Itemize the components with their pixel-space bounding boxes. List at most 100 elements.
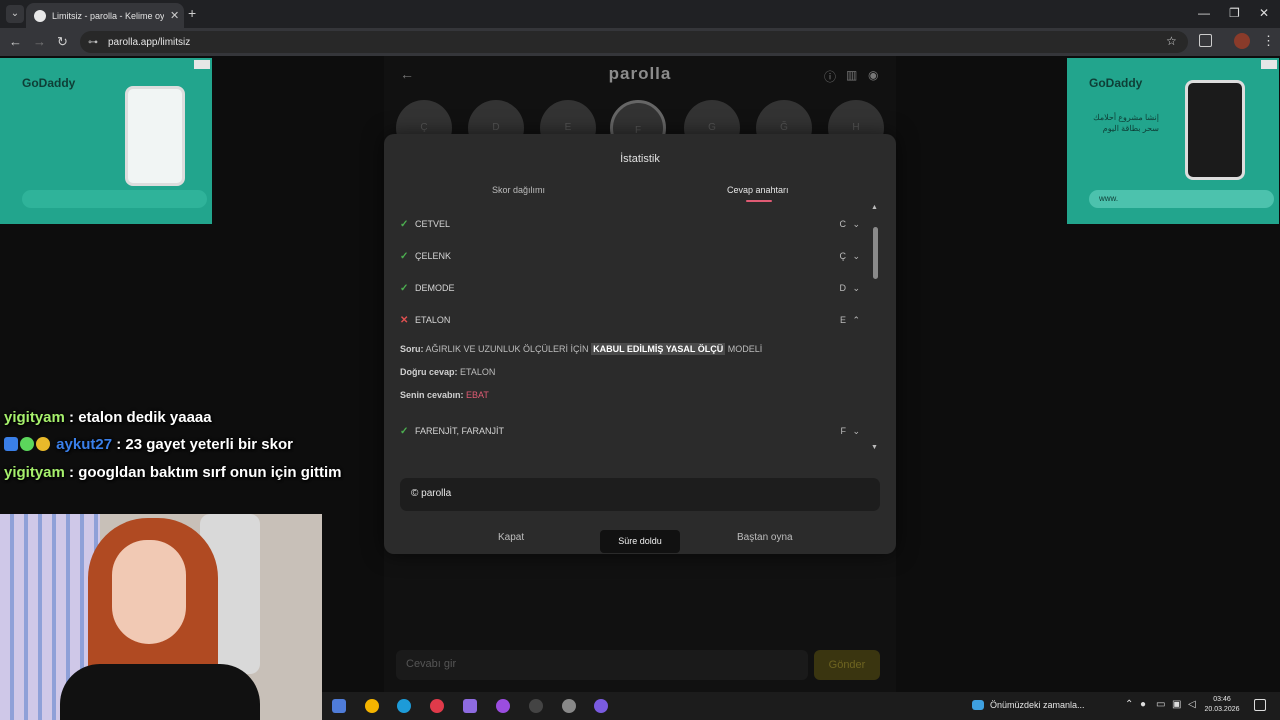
chat-text: : etalon dedik yaaaa	[69, 409, 212, 426]
copyright-box: © parolla	[400, 478, 880, 511]
notification-icon[interactable]	[1254, 699, 1266, 711]
files-icon[interactable]	[332, 699, 346, 713]
ad-input-bar	[22, 190, 207, 208]
extensions-icon[interactable]	[1199, 34, 1212, 47]
answer-word: ETALON	[415, 315, 451, 325]
tab-answer-key[interactable]: Cevap anahtarı	[727, 185, 789, 195]
modal-title: İstatistik	[620, 153, 660, 165]
correct-answer: ETALON	[460, 367, 496, 377]
statistics-modal: İstatistik Skor dağılımı Cevap anahtarı …	[384, 134, 896, 554]
check-icon: ✓	[400, 282, 409, 294]
chat-text: : 23 gayet yeterli bir skor	[116, 436, 293, 453]
stats-icon[interactable]: ▥	[846, 68, 857, 82]
your-answer: EBAT	[466, 390, 489, 400]
chevron-up-icon[interactable]: ⌃	[852, 315, 860, 326]
question-label: Soru:	[400, 344, 424, 354]
menu-icon[interactable]: ⋮	[1262, 33, 1275, 49]
answer-letter: E	[839, 315, 846, 325]
active-tab-indicator	[746, 200, 772, 202]
answer-word: ÇELENK	[415, 251, 452, 261]
bookmark-star-icon[interactable]: ☆	[1166, 34, 1177, 48]
chevron-down-icon[interactable]: ⌄	[852, 219, 860, 230]
scroll-down-icon[interactable]: ▼	[871, 444, 878, 451]
forward-icon[interactable]: →	[33, 34, 46, 49]
time-up-toast: Süre doldu	[600, 530, 680, 553]
browser-tab[interactable]: Limitsiz - parolla - Kelime oyunu ✕	[26, 3, 184, 28]
ad-phone-image	[125, 86, 185, 186]
answer-row-expanded[interactable]: ✕ ETALON E ⌃	[400, 304, 862, 336]
ad-phone-image	[1185, 80, 1245, 180]
replay-button[interactable]: Baştan oyna	[737, 532, 793, 543]
chat-text: : googldan baktım sırf onun için gittim	[69, 464, 342, 481]
volume-icon[interactable]: ◁	[1188, 699, 1196, 710]
game-logo: parolla	[608, 64, 672, 83]
webcam-feed	[0, 514, 322, 720]
minimize-icon[interactable]: —	[1198, 6, 1210, 20]
site-info-icon[interactable]: ⊶	[88, 37, 98, 48]
clock[interactable]: 03:46 20.03.2026	[1202, 695, 1242, 715]
scroll-up-icon[interactable]: ▲	[871, 204, 878, 211]
back-icon[interactable]: ←	[9, 34, 22, 49]
check-icon: ✓	[400, 425, 409, 437]
network-icon[interactable]: ▣	[1172, 699, 1181, 710]
copilot-icon[interactable]	[463, 699, 477, 713]
chrome-icon[interactable]	[365, 699, 379, 713]
answer-word: CETVEL	[415, 219, 451, 229]
restore-icon[interactable]: ❐	[1229, 6, 1240, 20]
correct-label: Doğru cevap:	[400, 367, 458, 377]
clock-date: 20.03.2026	[1204, 706, 1240, 713]
profile-avatar[interactable]	[1234, 33, 1250, 49]
tab-score-distribution[interactable]: Skor dağılımı	[492, 185, 545, 195]
your-answer-label: Senin cevabın:	[400, 390, 464, 400]
webcam-body	[60, 664, 260, 720]
new-tab-button[interactable]: +	[188, 5, 196, 21]
answer-row[interactable]: ✓ DEMODE D ⌄	[400, 272, 862, 304]
recorder-icon[interactable]	[529, 699, 543, 713]
ad-arabic-text: إنشا مشروع أحلامك سحر بطاقة اليوم	[1093, 113, 1159, 134]
answer-row[interactable]: ✓ ÇELENK Ç ⌄	[400, 240, 862, 272]
clock-time: 03:46	[1213, 696, 1231, 703]
tray-chevron-icon[interactable]: ⌃	[1125, 699, 1133, 710]
question-text-pre: AĞIRLIK VE UZUNLUK ÖLÇÜLERİ İÇİN	[425, 344, 589, 354]
chevron-down-icon[interactable]: ⌄	[852, 426, 860, 437]
reload-icon[interactable]: ↻	[57, 34, 68, 50]
browser-tab-strip: ⌄ Limitsiz - parolla - Kelime oyunu ✕ + …	[0, 0, 1280, 28]
answer-row[interactable]: ✓ FARENJİT, FARANJİT F ⌄	[400, 415, 862, 447]
chat-username: yigityam	[4, 464, 65, 481]
chevron-down-icon[interactable]: ⌄	[852, 283, 860, 294]
ad-brand: GoDaddy	[22, 76, 76, 90]
info-icon[interactable]: ⓘ	[824, 68, 836, 85]
taskbar: Önümüzdeki zamanla... ⌃ ● ▭ ▣ ◁ 03:46 20…	[322, 692, 1280, 720]
mic-icon[interactable]: ●	[1140, 699, 1146, 710]
chat-username: yigityam	[4, 409, 65, 426]
check-icon: ✓	[400, 218, 409, 230]
tab-search-button[interactable]: ⌄	[6, 5, 24, 23]
discord-icon[interactable]	[594, 699, 608, 713]
question-text-highlight: KABUL EDİLMİŞ YASAL ÖLÇÜ	[591, 343, 726, 355]
address-bar[interactable]: ⊶ parolla.app/limitsiz	[80, 31, 1188, 53]
ad-choices-icon[interactable]	[1261, 60, 1277, 69]
badge-icon	[36, 437, 50, 451]
left-ad-banner[interactable]: GoDaddy	[0, 58, 212, 224]
weather-icon[interactable]	[972, 700, 984, 710]
chevron-down-icon[interactable]: ⌄	[852, 251, 860, 262]
opera-icon[interactable]	[430, 699, 444, 713]
tab-close-icon[interactable]: ✕	[170, 9, 179, 22]
answer-row[interactable]: ✓ CETVEL C ⌄	[400, 208, 862, 240]
obs-icon[interactable]	[496, 699, 510, 713]
close-button[interactable]: Kapat	[498, 532, 524, 543]
weather-text[interactable]: Önümüzdeki zamanla...	[990, 700, 1085, 710]
chat-message: yigityam : etalon dedik yaaaa	[4, 409, 212, 426]
scrollbar-thumb[interactable]	[873, 227, 878, 279]
edge-icon[interactable]	[397, 699, 411, 713]
ad-choices-icon[interactable]	[194, 60, 210, 69]
browser-toolbar: ← → ↻ ⊶ parolla.app/limitsiz ☆ ⋮	[0, 28, 1280, 56]
user-icon[interactable]: ◉	[868, 68, 878, 82]
display-icon[interactable]: ▭	[1156, 699, 1165, 710]
answer-input[interactable]: Cevabı gir	[396, 650, 808, 680]
settings-icon[interactable]	[562, 699, 576, 713]
window-close-icon[interactable]: ✕	[1259, 6, 1269, 20]
right-ad-banner[interactable]: GoDaddy إنشا مشروع أحلامك سحر بطاقة اليو…	[1067, 58, 1279, 224]
answer-letter: D	[839, 283, 847, 293]
submit-button[interactable]: Gönder	[814, 650, 880, 680]
